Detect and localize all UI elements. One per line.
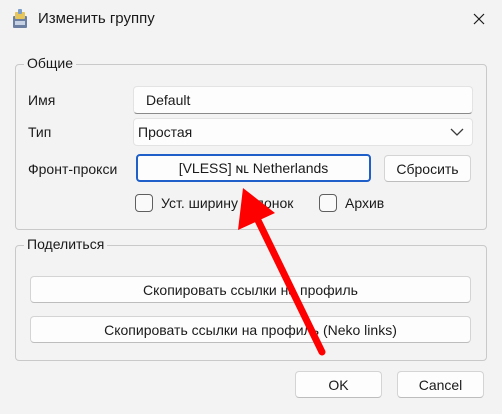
app-icon <box>13 9 27 28</box>
window-title: Изменить группу <box>38 10 155 27</box>
archive-checkbox-label: Архив <box>345 195 385 211</box>
type-label: Тип <box>28 124 52 140</box>
column-width-checkbox-label: Уст. ширину колонок <box>161 195 294 211</box>
name-input[interactable]: Default <box>133 86 473 114</box>
copy-neko-links-button[interactable]: Скопировать ссылки на профиль (Neko link… <box>30 316 471 343</box>
front-proxy-label: Фронт-прокси <box>28 161 118 177</box>
archive-checkbox[interactable]: Архив <box>319 194 384 212</box>
cancel-button[interactable]: Cancel <box>397 371 484 398</box>
type-select-value: Простая <box>138 124 193 140</box>
front-proxy-button[interactable]: [VLESS] ɴʟ Netherlands <box>136 154 371 182</box>
type-select[interactable]: Простая <box>133 118 473 146</box>
copy-links-button[interactable]: Скопировать ссылки на профиль <box>30 276 471 303</box>
column-width-checkbox[interactable]: Уст. ширину колонок <box>135 194 293 212</box>
reset-button[interactable]: Сбросить <box>384 155 471 182</box>
share-group-label: Поделиться <box>24 236 108 252</box>
chevron-down-icon <box>450 128 464 136</box>
close-icon <box>473 13 485 25</box>
name-label: Имя <box>28 92 56 108</box>
archive-checkbox-box[interactable] <box>319 194 337 212</box>
column-width-checkbox-box[interactable] <box>135 194 153 212</box>
ok-button[interactable]: OK <box>295 371 382 398</box>
title-bar: Изменить группу <box>0 0 502 38</box>
close-button[interactable] <box>456 0 502 38</box>
general-group-label: Общие <box>24 55 77 71</box>
share-group: Поделиться <box>15 236 487 361</box>
